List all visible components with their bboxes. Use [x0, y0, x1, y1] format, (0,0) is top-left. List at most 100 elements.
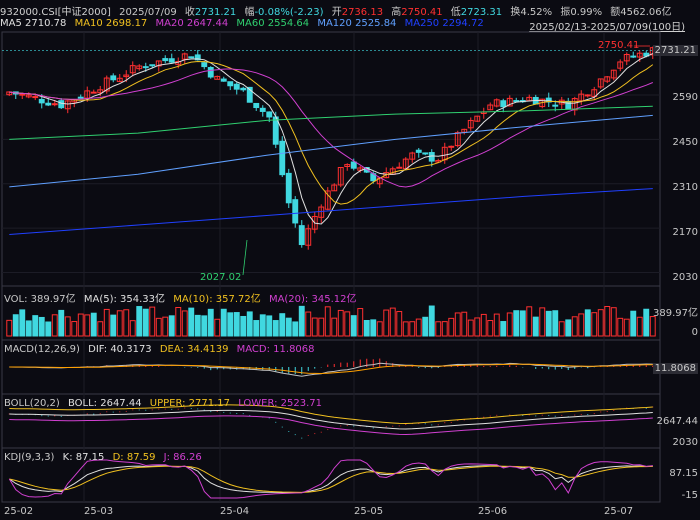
boll-lower-line — [9, 415, 653, 436]
price-tick-2310: 2310 — [672, 182, 698, 193]
volume-bar — [58, 309, 65, 337]
candle-body — [253, 102, 260, 109]
candle-body — [188, 56, 195, 59]
volume-bar — [584, 309, 591, 337]
candle-body — [51, 103, 58, 106]
x-tick-1: 25-02 — [4, 506, 34, 517]
kline-chart[interactable] — [0, 0, 700, 520]
volume-bar — [129, 320, 136, 337]
volume-bar — [311, 317, 318, 337]
volume-bar — [142, 308, 149, 337]
volume-bar — [565, 319, 572, 337]
volume-bar — [487, 320, 494, 337]
volume-bar — [422, 316, 429, 337]
ma-line-ma20 — [9, 68, 653, 188]
ma-line-ma120 — [9, 114, 653, 188]
candle-body — [240, 87, 247, 91]
boll-title: BOLL(20,2) BOLL: 2647.44 UPPER: 2771.17 … — [4, 398, 327, 409]
volume-bar — [610, 307, 617, 337]
kdj-tick-1: 87.15 — [669, 468, 698, 479]
low-marker: 2027.02 — [200, 272, 242, 283]
volume-bar — [350, 315, 357, 337]
volume-bar — [532, 316, 539, 337]
candle-body — [350, 161, 357, 169]
volume-bar — [545, 310, 552, 337]
vol-value: VOL: 389.97亿 — [4, 294, 76, 305]
volume-bar — [454, 312, 461, 337]
volume-bar — [45, 321, 52, 337]
vol-ma5: MA(5): 354.33亿 — [83, 294, 166, 305]
volume-bar — [597, 309, 604, 337]
volume-bar — [272, 320, 279, 337]
x-tick-3: 25-04 — [220, 506, 250, 517]
vol-ma10: MA(10): 357.72亿 — [173, 294, 261, 305]
candle-body — [220, 78, 227, 82]
candle-body — [630, 55, 637, 58]
volume-bar — [123, 309, 130, 337]
candle-body — [45, 102, 52, 106]
volume-bar — [51, 314, 58, 337]
volume-bar — [103, 308, 110, 337]
volume-bar — [558, 321, 565, 337]
candle-body — [500, 100, 507, 108]
volume-bar — [324, 306, 331, 337]
volume-bar — [396, 311, 403, 337]
volume-bar — [448, 317, 455, 337]
volume-bar — [474, 317, 481, 337]
volume-bar — [155, 317, 162, 337]
volume-bar — [467, 319, 474, 337]
volume-bar — [32, 315, 39, 337]
kdj-title: KDJ(9,3,3) K: 87.15 D: 87.59 J: 86.26 — [4, 452, 207, 463]
price-tick-2450: 2450 — [672, 137, 698, 148]
volume-bar — [591, 312, 598, 337]
volume-bar — [402, 321, 409, 337]
volume-bar — [363, 319, 370, 337]
volume-bar — [266, 315, 273, 337]
volume-bar — [19, 309, 26, 337]
volume-bar — [194, 314, 201, 337]
boll-upper: UPPER: 2771.17 — [149, 398, 231, 409]
candle-body — [259, 107, 266, 112]
price-tick-2590: 2590 — [672, 92, 698, 103]
volume-bar — [71, 321, 78, 337]
kdj-tick-2: -15 — [681, 490, 698, 501]
macd-dea: DEA: 34.4139 — [159, 344, 229, 355]
candle-body — [448, 145, 455, 148]
volume-bar — [285, 317, 292, 337]
candle-body — [201, 62, 208, 68]
volume-bar — [214, 318, 221, 337]
candle-body — [110, 75, 117, 81]
volume-bar — [337, 309, 344, 337]
price-tick-current: 2731.21 — [652, 45, 698, 56]
macd-macd: MACD: 11.8068 — [236, 344, 315, 355]
candle-body — [584, 94, 591, 97]
candle-body — [90, 91, 97, 94]
volume-bar — [298, 305, 305, 337]
volume-bar — [110, 314, 117, 337]
kdj-k: K: 87.15 — [62, 452, 105, 463]
candle-body — [279, 140, 286, 176]
volume-bar — [435, 321, 442, 337]
price-tick-2030: 2030 — [672, 272, 698, 283]
price-tick-2170: 2170 — [672, 227, 698, 238]
candle-body — [285, 172, 292, 204]
volume-bar — [409, 321, 416, 337]
volume-bar — [649, 316, 656, 337]
volume-bar — [630, 310, 637, 337]
vol-zero-tick: 0 — [691, 327, 698, 338]
candle-body — [38, 98, 45, 104]
candle-body — [298, 225, 305, 246]
volume-bar — [604, 306, 611, 337]
high-marker: 2750.41 — [598, 40, 640, 51]
boll-mid: BOLL: 2647.44 — [67, 398, 142, 409]
volume-bar — [175, 307, 182, 337]
volume-bar — [461, 311, 468, 337]
vol-title: VOL: 389.97亿 MA(5): 354.33亿 MA(10): 357.… — [4, 290, 361, 305]
volume-bar — [500, 321, 507, 337]
vol-tick: 389.97亿 — [653, 308, 698, 319]
volume-bar — [305, 311, 312, 337]
volume-bar — [617, 317, 624, 337]
macd-name: MACD(12,26,9) — [4, 344, 80, 355]
candle-body — [227, 81, 234, 87]
candle-body — [149, 64, 156, 67]
